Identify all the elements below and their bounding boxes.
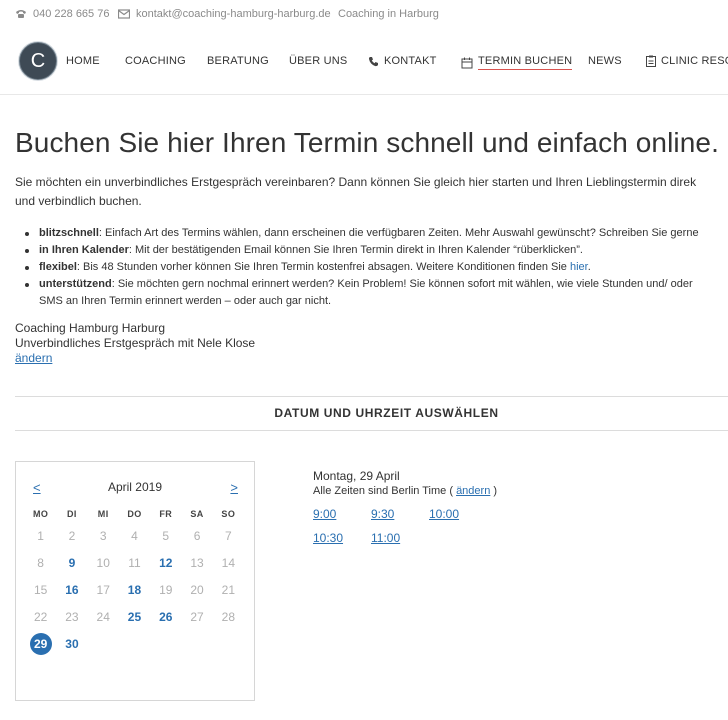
main-navigation: C HOME COACHING BERATUNG ÜBER UNS KONTAK… <box>0 28 728 95</box>
calendar-icon <box>461 57 473 68</box>
email-address: kontakt@coaching-hamburg-harburg.de <box>136 8 331 20</box>
nav-coaching[interactable]: COACHING <box>125 55 186 67</box>
calendar-day: 5 <box>162 529 170 543</box>
feature-list: blitzschnell: Einfach Art des Termins wä… <box>15 225 699 310</box>
booking-summary: Coaching Hamburg Harburg Unverbindliches… <box>15 321 255 366</box>
time-slot-button[interactable]: 9:00 <box>313 507 371 521</box>
envelope-icon <box>118 9 130 19</box>
weekday-label: DO <box>127 509 142 519</box>
calendar-day: 4 <box>131 529 138 543</box>
calendar-day: 2 <box>68 529 76 543</box>
section-title: DATUM UND UHRZEIT AUSWÄHLEN <box>274 406 499 420</box>
calendar-week: 15 16 17 18 19 20 21 <box>25 580 244 600</box>
calendar-day: 1 <box>37 529 44 543</box>
calendar-day[interactable]: 16 <box>56 580 87 600</box>
business-name: Coaching Hamburg Harburg <box>15 321 166 335</box>
service-name: Unverbindliches Erstgespräch mit Nele Kl… <box>15 336 256 350</box>
top-contact-bar: 040 228 665 76 kontakt@coaching-hamburg-… <box>0 0 728 28</box>
time-slot-panel: Montag, 29 April Alle Zeiten sind Berlin… <box>313 469 497 545</box>
intro-text: Sie möchten ein unverbindliches Erstgesp… <box>15 173 728 211</box>
tagline: Coaching in Harburg <box>338 8 439 20</box>
time-slot-button[interactable]: 11:00 <box>371 531 429 545</box>
calendar-week: 22 23 24 25 26 27 28 <box>25 607 244 627</box>
time-slot-button[interactable]: 9:30 <box>371 507 429 521</box>
divider <box>15 430 728 431</box>
calendar-day[interactable]: 25 <box>119 607 150 627</box>
divider <box>15 396 728 397</box>
previous-month-button[interactable]: < <box>33 480 41 495</box>
time-slot-button[interactable]: 10:00 <box>429 507 487 521</box>
conditions-link[interactable]: hier <box>570 261 588 273</box>
calendar-day: 22 <box>33 610 48 624</box>
phone-number: 040 228 665 76 <box>33 8 110 20</box>
email-contact[interactable]: kontakt@coaching-hamburg-harburg.de <box>118 8 331 20</box>
calendar-day: 17 <box>96 583 110 597</box>
intro-line-1: Sie möchten ein unverbindliches Erstgesp… <box>15 175 697 189</box>
phone-icon <box>16 10 26 18</box>
selected-date: Montag, 29 April <box>313 469 400 483</box>
calendar-day-selected[interactable]: 29 <box>25 633 56 655</box>
calendar-header: April 2019 < > <box>16 480 254 496</box>
calendar-day: 15 <box>33 583 48 597</box>
calendar-day[interactable]: 12 <box>150 553 181 573</box>
nav-termin-buchen[interactable]: TERMIN BUCHEN <box>461 55 573 70</box>
calendar-day: 24 <box>96 610 110 624</box>
phone-contact[interactable]: 040 228 665 76 <box>15 8 109 20</box>
timezone-info: Alle Zeiten sind Berlin Time ( ändern ) <box>313 485 498 497</box>
list-item: blitzschnell: Einfach Art des Termins wä… <box>15 225 699 242</box>
nav-kontakt[interactable]: KONTAKT <box>368 55 437 67</box>
page-title: Buchen Sie hier Ihren Termin schnell und… <box>15 127 719 158</box>
clipboard-icon <box>646 55 656 67</box>
calendar-day: 19 <box>159 583 173 597</box>
calendar-week: 8 9 10 11 12 13 14 <box>25 553 244 573</box>
weekday-label: SO <box>221 509 236 519</box>
nav-home[interactable]: HOME <box>66 55 100 67</box>
time-slot-button[interactable]: 10:30 <box>313 531 371 545</box>
weekday-label: SA <box>190 509 204 519</box>
calendar-day: 28 <box>221 610 235 624</box>
intro-line-2: und verbindlich buchen. <box>15 194 142 208</box>
weekday-label: MI <box>97 509 109 519</box>
list-item: unterstützend: Sie möchten gern nochmal … <box>15 276 699 310</box>
calendar-day[interactable]: 18 <box>119 580 150 600</box>
calendar-month: April 2019 <box>107 480 163 494</box>
calendar-day: 14 <box>221 556 235 570</box>
nav-beratung[interactable]: BERATUNG <box>207 55 269 67</box>
calendar-day: 6 <box>193 529 201 543</box>
nav-ueber-uns[interactable]: ÜBER UNS <box>289 55 347 67</box>
weekday-header: MO DI MI DO FR SA SO <box>25 509 244 519</box>
calendar-day: 3 <box>99 529 107 543</box>
weekday-label: MO <box>32 509 49 519</box>
calendar-day: 10 <box>96 556 110 570</box>
calendar-day: 7 <box>224 529 232 543</box>
calendar-day: 23 <box>65 610 79 624</box>
time-slot-row: 10:30 11:00 <box>313 531 497 545</box>
calendar-day[interactable]: 26 <box>150 607 181 627</box>
date-picker-calendar: April 2019 < > MO DI MI DO FR SA SO 1234… <box>15 461 255 701</box>
calendar-day: 20 <box>190 583 204 597</box>
logo[interactable]: C <box>19 42 57 80</box>
nav-clinic-resources[interactable]: CLINIC RESOU <box>646 55 728 67</box>
weekday-label: FR <box>159 509 173 519</box>
next-month-button[interactable]: > <box>230 480 238 495</box>
time-slot-row: 9:00 9:30 10:00 <box>313 507 497 521</box>
calendar-week: 1 2 3 4 5 6 7 <box>25 526 244 546</box>
calendar-week: 29 30 <box>25 633 244 655</box>
calendar-day[interactable]: 9 <box>56 553 87 573</box>
list-item: flexibel: Bis 48 Stunden vorher können S… <box>15 259 699 276</box>
list-item: in Ihren Kalender: Mit der bestätigenden… <box>15 242 699 259</box>
calendar-day: 13 <box>190 556 204 570</box>
change-timezone-link[interactable]: ändern <box>456 485 490 497</box>
nav-news[interactable]: NEWS <box>588 55 622 67</box>
phone-icon <box>368 56 378 66</box>
calendar-day: 11 <box>128 556 141 570</box>
change-service-link[interactable]: ändern <box>15 351 255 366</box>
weekday-label: DI <box>67 509 77 519</box>
calendar-grid: MO DI MI DO FR SA SO 1 2 3 4 5 6 7 8 9 10 11 12 13 14… <box>25 509 244 655</box>
calendar-day: 21 <box>221 583 235 597</box>
calendar-day: 8 <box>37 556 44 570</box>
calendar-day: 27 <box>190 610 204 624</box>
calendar-day[interactable]: 30 <box>56 634 87 654</box>
